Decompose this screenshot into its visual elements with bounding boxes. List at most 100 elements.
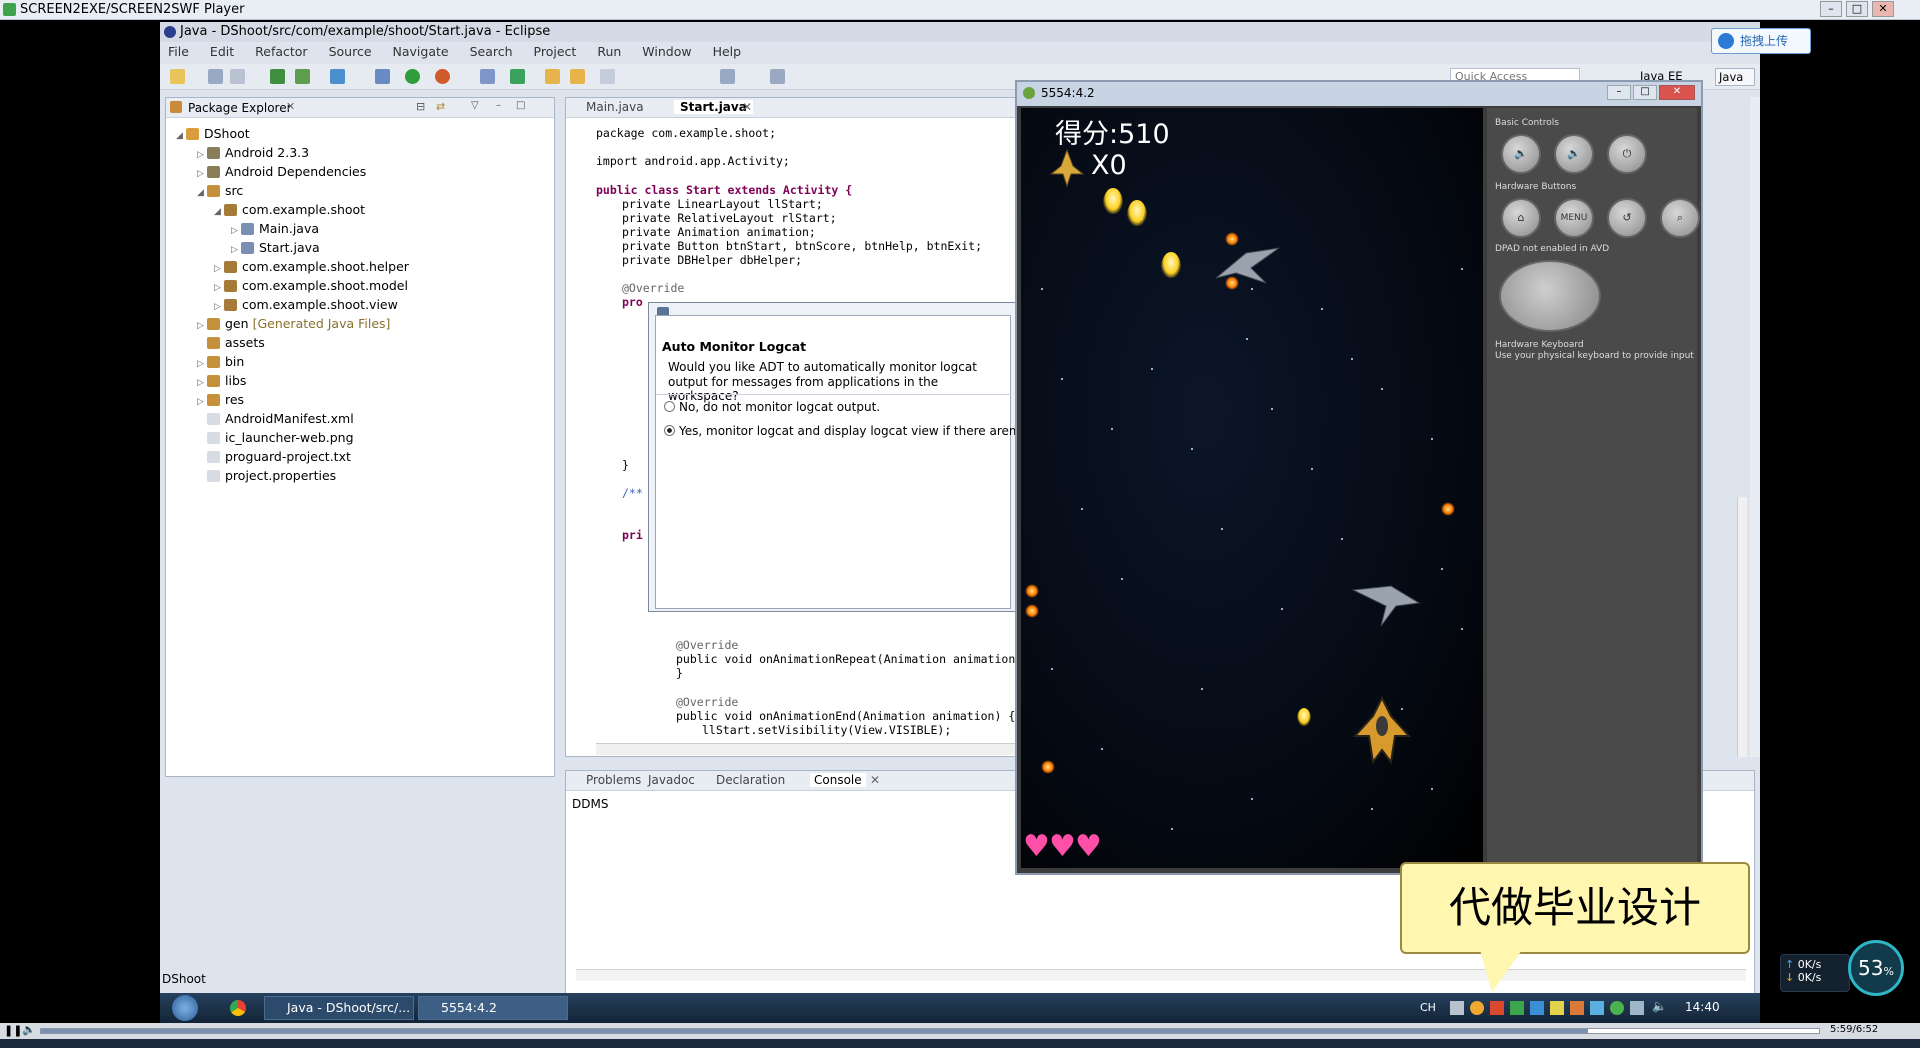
back-button[interactable]: ↺ xyxy=(1607,198,1647,238)
upload-widget[interactable]: 拖拽上传 xyxy=(1711,28,1811,54)
volume-up-button[interactable]: 🔊 xyxy=(1554,134,1594,174)
minimize-view-icon[interactable]: – xyxy=(496,100,501,111)
tab-javadoc[interactable]: Javadoc xyxy=(648,773,695,787)
maximize-button[interactable]: □ xyxy=(1846,1,1868,17)
collapse-all-icon[interactable]: ⊟ xyxy=(416,100,425,113)
tree-item[interactable]: assets xyxy=(197,335,265,353)
volume-down-button[interactable]: 🔉 xyxy=(1501,134,1541,174)
minimize-button[interactable]: – xyxy=(1607,85,1631,100)
menu-file[interactable]: File xyxy=(160,44,189,59)
menu-source[interactable]: Source xyxy=(321,44,372,59)
run-icon[interactable] xyxy=(405,69,420,84)
tree-item[interactable]: ▷ Android 2.3.3 xyxy=(197,145,309,163)
tree-item[interactable]: ▷ Android Dependencies xyxy=(197,164,366,182)
tree-item[interactable]: ▷ libs xyxy=(197,373,246,391)
menu-project[interactable]: Project xyxy=(526,44,577,59)
tab-console[interactable]: Console xyxy=(810,773,866,787)
tray-icon[interactable] xyxy=(1550,1001,1564,1015)
tab-problems[interactable]: Problems xyxy=(586,773,641,787)
tray-icon[interactable] xyxy=(1450,1001,1464,1015)
new-class-icon[interactable] xyxy=(510,69,525,84)
expand-icon[interactable]: ▷ xyxy=(214,264,224,274)
save-icon[interactable] xyxy=(208,69,223,84)
debug-icon[interactable] xyxy=(375,69,390,84)
radio-yes-monitor[interactable]: Yes, monitor logcat and display logcat v… xyxy=(664,424,1040,438)
expand-icon[interactable]: ▷ xyxy=(197,321,207,331)
expand-icon[interactable]: ▷ xyxy=(214,283,224,293)
back-icon[interactable] xyxy=(720,69,735,84)
tree-item[interactable]: ▷ Start.java xyxy=(231,240,320,258)
expand-icon[interactable]: ▷ xyxy=(197,169,207,179)
dpad-control[interactable] xyxy=(1499,260,1601,332)
tree-item[interactable]: proguard-project.txt xyxy=(197,449,351,467)
tree-item[interactable]: AndroidManifest.xml xyxy=(197,411,354,429)
power-button[interactable]: ⏻ xyxy=(1607,134,1647,174)
tree-item[interactable]: project.properties xyxy=(197,468,336,486)
volume-icon[interactable]: 🔈 xyxy=(22,1023,36,1036)
perspective-java[interactable]: Java xyxy=(1715,68,1755,86)
menu-edit[interactable]: Edit xyxy=(202,44,234,59)
tree-item[interactable]: ▷ gen [Generated Java Files] xyxy=(197,316,390,334)
network-icon[interactable] xyxy=(1630,1001,1644,1015)
external-tools-icon[interactable] xyxy=(435,69,450,84)
minimize-button[interactable]: – xyxy=(1820,1,1842,17)
tree-project-dshoot[interactable]: ◢ DShoot xyxy=(176,126,250,144)
volume-icon[interactable]: 🔈 xyxy=(1652,999,1667,1013)
expand-icon[interactable]: ◢ xyxy=(214,207,224,217)
tab-declaration[interactable]: Declaration xyxy=(716,773,785,787)
home-button[interactable]: ⌂ xyxy=(1501,198,1541,238)
tree-item[interactable]: ic_launcher-web.png xyxy=(197,430,354,448)
print-icon[interactable] xyxy=(230,69,245,84)
package-explorer-tab[interactable]: Package Explorer ✕ ⊟ ⇄ ▽ – □ xyxy=(166,98,554,118)
view-menu-icon[interactable]: ▽ xyxy=(471,100,479,111)
tree-item[interactable]: ▷ com.example.shoot.helper xyxy=(214,259,409,277)
expand-icon[interactable]: ▷ xyxy=(231,245,241,255)
tree-item[interactable]: ▷ res xyxy=(197,392,244,410)
expand-icon[interactable]: ▷ xyxy=(197,150,207,160)
tree-item[interactable]: ▷ Main.java xyxy=(231,221,319,239)
menu-search[interactable]: Search xyxy=(462,44,513,59)
tray-icon[interactable] xyxy=(1470,1001,1484,1015)
close-icon[interactable]: ✕ xyxy=(870,773,880,787)
tray-icon[interactable] xyxy=(1510,1001,1524,1015)
radio-no-monitor[interactable]: No, do not monitor logcat output. xyxy=(664,400,880,414)
tree-item[interactable]: ▷ com.example.shoot.view xyxy=(214,297,398,315)
expand-icon[interactable]: ▷ xyxy=(214,302,224,312)
tray-icon[interactable] xyxy=(1490,1001,1504,1015)
open-type-icon[interactable] xyxy=(545,69,560,84)
close-icon[interactable]: ✕ xyxy=(742,100,752,114)
close-button[interactable]: ✕ xyxy=(1872,1,1894,17)
search-icon[interactable] xyxy=(600,69,615,84)
expand-icon[interactable]: ◢ xyxy=(197,188,207,198)
maximize-button[interactable]: □ xyxy=(1633,85,1657,100)
close-button[interactable]: ✕ xyxy=(1659,85,1695,100)
new-java-package-icon[interactable] xyxy=(480,69,495,84)
ime-indicator[interactable]: CH xyxy=(1420,1001,1436,1014)
checkbox-icon[interactable] xyxy=(330,69,345,84)
tray-icon[interactable] xyxy=(1570,1001,1584,1015)
tray-icon[interactable] xyxy=(1610,1001,1624,1015)
tray-icon[interactable] xyxy=(1590,1001,1604,1015)
menu-refactor[interactable]: Refactor xyxy=(247,44,307,59)
pause-button[interactable]: ❚❚ xyxy=(4,1024,22,1037)
tree-item[interactable]: ▷ com.example.shoot.model xyxy=(214,278,408,296)
avd-manager-icon[interactable] xyxy=(295,69,310,84)
android-sdk-icon[interactable] xyxy=(270,69,285,84)
tree-item[interactable]: ◢ com.example.shoot xyxy=(214,202,365,220)
game-screen[interactable]: 得分:510 X0 ♥ ♥ ♥ xyxy=(1021,108,1483,868)
editor-hscrollbar[interactable] xyxy=(596,743,1056,755)
expand-icon[interactable]: ▷ xyxy=(197,359,207,369)
console-hscrollbar[interactable] xyxy=(576,969,1746,981)
start-button[interactable] xyxy=(172,995,198,1021)
expand-icon[interactable]: ▷ xyxy=(231,226,241,236)
open-folder-icon[interactable] xyxy=(570,69,585,84)
tab-main-java[interactable]: Main.java xyxy=(586,100,644,114)
task-emulator[interactable]: 5554:4.2 xyxy=(418,996,568,1020)
close-icon[interactable]: ✕ xyxy=(286,100,295,113)
maximize-view-icon[interactable]: □ xyxy=(516,100,525,111)
search-button[interactable]: ⌕ xyxy=(1660,198,1700,238)
tray-icon[interactable] xyxy=(1530,1001,1544,1015)
tree-item[interactable]: ▷ bin xyxy=(197,354,244,372)
seek-bar[interactable] xyxy=(40,1028,1820,1034)
menu-button[interactable]: MENU xyxy=(1554,198,1594,238)
